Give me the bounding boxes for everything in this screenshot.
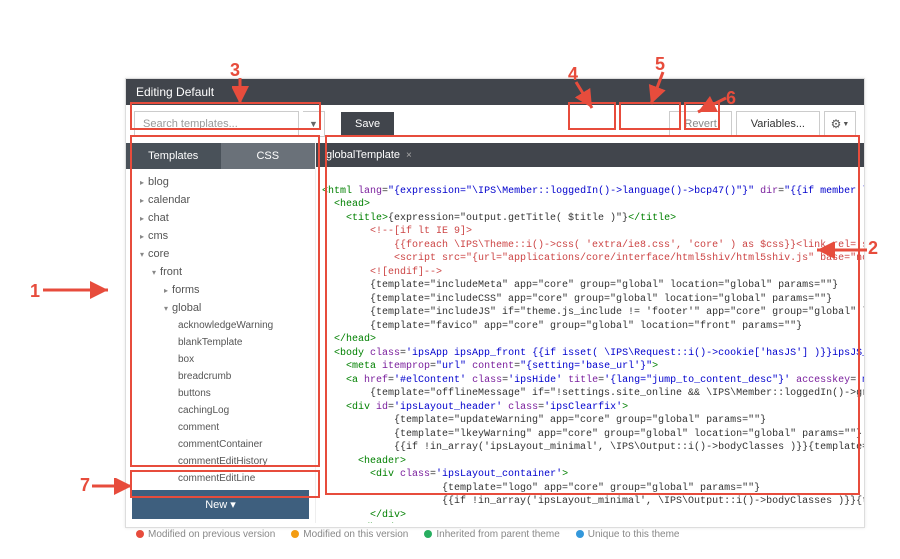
legend-item: Modified on this version [291, 529, 408, 540]
tree-item[interactable]: forms [126, 281, 315, 299]
code-editor[interactable]: <html lang="{expression="\IPS\Member::lo… [316, 167, 864, 523]
tree-item[interactable]: global [126, 299, 315, 317]
code-panel: globalTemplate × <html lang="{expression… [316, 143, 864, 523]
main-area: Templates CSS blogcalendarchatcmscorefro… [126, 143, 864, 523]
callout-2: 2 [868, 238, 878, 259]
tree-item[interactable]: breadcrumb [126, 368, 315, 385]
toolbar: Search templates... ▼ Save Revert Variab… [126, 105, 864, 143]
search-filter-dropdown[interactable]: ▼ [303, 111, 325, 137]
tree-item[interactable]: buttons [126, 385, 315, 402]
callout-6: 6 [726, 88, 736, 109]
callout-1: 1 [30, 281, 40, 302]
save-button[interactable]: Save [341, 112, 394, 136]
gear-icon: ⚙ [831, 117, 842, 131]
code-tab-label: globalTemplate [326, 149, 400, 161]
tab-css[interactable]: CSS [221, 143, 316, 169]
legend-item: Unique to this theme [576, 529, 680, 540]
tree-item[interactable]: core [126, 245, 315, 263]
callout-5: 5 [655, 54, 665, 75]
tree-item[interactable]: comment [126, 419, 315, 436]
tree-item[interactable]: commentEditLine [126, 470, 315, 486]
tree-item[interactable]: chat [126, 209, 315, 227]
tree-item[interactable]: front [126, 263, 315, 281]
tree-item[interactable]: cms [126, 227, 315, 245]
template-tree[interactable]: blogcalendarchatcmscorefrontformsglobala… [126, 169, 315, 486]
new-button[interactable]: New ▾ [132, 490, 309, 519]
tree-item[interactable]: commentEditHistory [126, 453, 315, 470]
tree-item[interactable]: box [126, 351, 315, 368]
variables-button[interactable]: Variables... [736, 111, 820, 137]
tree-item[interactable]: calendar [126, 191, 315, 209]
tree-item[interactable]: cachingLog [126, 402, 315, 419]
tree-item[interactable]: blankTemplate [126, 334, 315, 351]
tree-item[interactable]: blog [126, 173, 315, 191]
search-input[interactable]: Search templates... [134, 111, 299, 137]
editor-window: Editing Default Search templates... ▼ Sa… [125, 78, 865, 528]
tree-item[interactable]: commentContainer [126, 436, 315, 453]
legend: Modified on previous version Modified on … [126, 523, 864, 546]
left-panel: Templates CSS blogcalendarchatcmscorefro… [126, 143, 316, 523]
code-tabs: globalTemplate × [316, 143, 864, 167]
panel-tabs: Templates CSS [126, 143, 315, 169]
callout-7: 7 [80, 475, 90, 496]
callout-4: 4 [568, 64, 578, 85]
settings-gear-button[interactable]: ⚙▼ [824, 111, 856, 137]
callout-3: 3 [230, 60, 240, 81]
tab-templates[interactable]: Templates [126, 143, 221, 169]
legend-item: Inherited from parent theme [424, 529, 559, 540]
tree-item[interactable]: acknowledgeWarning [126, 317, 315, 334]
legend-item: Modified on previous version [136, 529, 275, 540]
close-icon[interactable]: × [406, 150, 412, 161]
code-tab-globaltemplate[interactable]: globalTemplate × [316, 143, 422, 167]
